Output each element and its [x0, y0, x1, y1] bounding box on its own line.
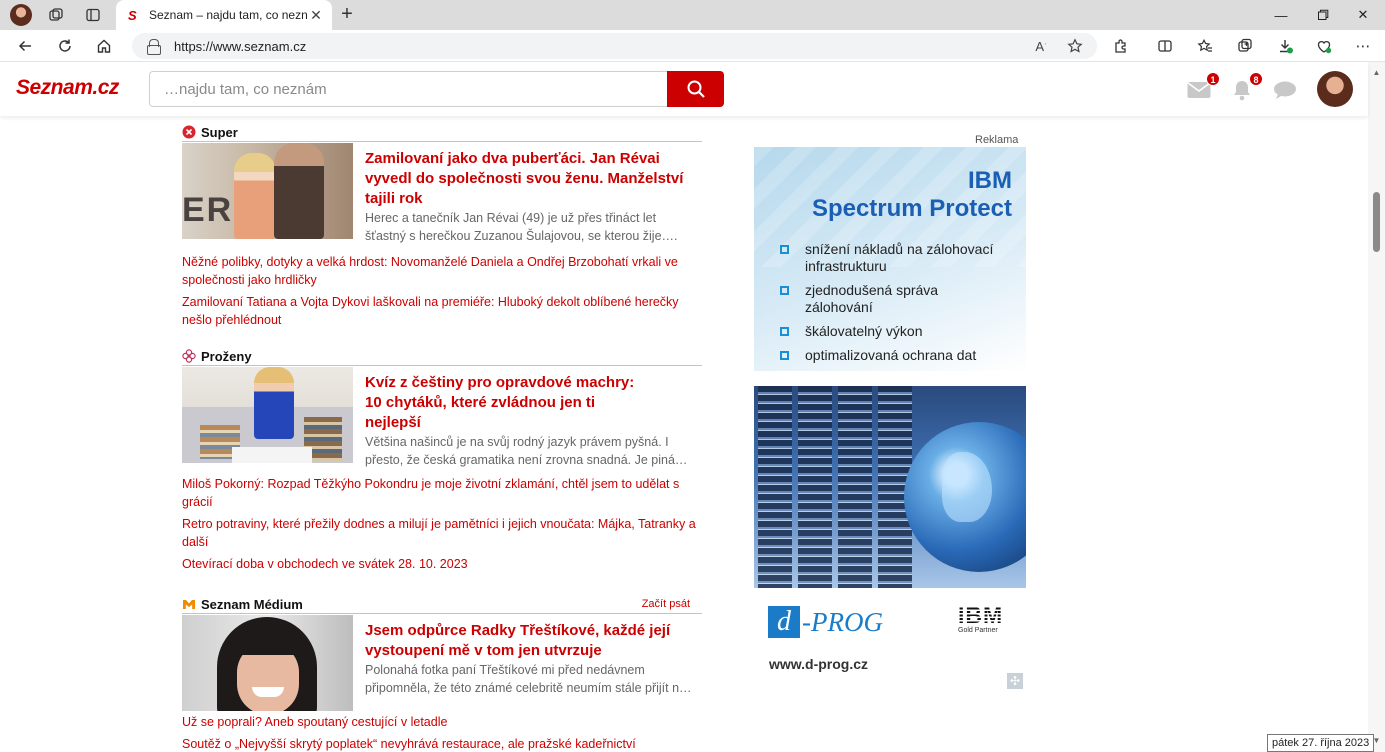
- article-thumbnail[interactable]: [182, 367, 353, 463]
- article-title[interactable]: Jsem odpůrce Radky Třeštíkové, každé jej…: [365, 621, 685, 661]
- page-scrollbar[interactable]: ▲ ▼: [1368, 62, 1385, 752]
- tab-title: Seznam – najdu tam, co neznám: [149, 8, 308, 22]
- close-tab-icon[interactable]: ✕: [308, 7, 324, 24]
- article-title[interactable]: Kvíz z češtiny pro opravdové machry: 10 …: [365, 373, 635, 433]
- tab-bar: S Seznam – najdu tam, co neznám ✕ + — ✕: [0, 0, 1385, 30]
- ad-info-icon[interactable]: ✣: [1007, 673, 1023, 689]
- seznam-logo[interactable]: Seznam.cz: [16, 76, 119, 100]
- section-title[interactable]: Seznam Médium: [201, 597, 642, 612]
- ad-feature-item: škálovatelný výkon: [778, 323, 1008, 340]
- article-link[interactable]: Miloš Pokorný: Rozpad Těžkýho Pokondru j…: [182, 475, 692, 511]
- dprog-logo[interactable]: d -PROG: [768, 606, 883, 638]
- article-thumbnail[interactable]: ERE: [182, 143, 353, 239]
- new-tab-button[interactable]: +: [336, 3, 358, 27]
- active-tab[interactable]: S Seznam – najdu tam, co neznám ✕: [116, 0, 332, 30]
- address-bar[interactable]: https://www.seznam.cz Aʾ: [132, 33, 1097, 59]
- search-input[interactable]: [149, 71, 668, 107]
- back-icon[interactable]: [12, 34, 38, 58]
- article-link[interactable]: Něžné polibky, dotyky a velká hrdost: No…: [182, 253, 692, 289]
- section-header: Proženy: [182, 349, 702, 366]
- lock-icon[interactable]: [146, 38, 162, 55]
- site-header: Seznam.cz 1 8: [0, 62, 1368, 116]
- medium-m-icon: [182, 597, 196, 611]
- ad-brand: IBM Spectrum Protect: [811, 167, 1012, 222]
- lead-article[interactable]: Kvíz z češtiny pro opravdové machry: 10 …: [182, 367, 702, 469]
- downloads-icon[interactable]: [1272, 34, 1298, 58]
- search-button[interactable]: [667, 71, 724, 107]
- close-window-button[interactable]: ✕: [1340, 0, 1385, 30]
- lead-article[interactable]: Jsem odpůrce Radky Třeštíkové, každé jej…: [182, 615, 702, 711]
- section-prozeny: Proženy Kvíz z češtiny pro opravdové mac…: [182, 349, 702, 573]
- notification-badge: 8: [1249, 72, 1263, 86]
- checkbox-bullet-icon: [780, 286, 789, 295]
- article-link[interactable]: Zamilovaní Tatiana a Vojta Dykovi laškov…: [182, 293, 692, 329]
- split-screen-icon[interactable]: [1152, 34, 1178, 58]
- read-aloud-icon[interactable]: Aʾ: [1029, 36, 1053, 56]
- article-link[interactable]: Soutěž o „Nejvyšší skrytý poplatek“ nevy…: [182, 735, 702, 752]
- date-tooltip: pátek 27. října 2023: [1267, 734, 1375, 752]
- extensions-icon[interactable]: [1108, 34, 1134, 58]
- section-header: Super: [182, 125, 702, 142]
- ad-label: Reklama: [975, 134, 1019, 146]
- favorites-icon[interactable]: [1192, 34, 1218, 58]
- article-link[interactable]: Už se poprali? Aneb spoutaný cestující v…: [182, 713, 702, 731]
- scroll-up-icon[interactable]: ▲: [1372, 68, 1381, 77]
- ad-feature-item: zjednodušená správa zálohování: [778, 282, 1008, 316]
- ad-url[interactable]: www.d-prog.cz: [769, 656, 868, 672]
- collections-icon[interactable]: [1232, 34, 1258, 58]
- ibm-gold-partner-logo[interactable]: IBM Gold Partner: [958, 604, 1014, 635]
- profile-icon[interactable]: [8, 3, 34, 27]
- lead-article[interactable]: ERE Zamilovaní jako dva puberťáci. Jan R…: [182, 143, 702, 245]
- section-title[interactable]: Proženy: [201, 349, 702, 364]
- mail-badge: 1: [1206, 72, 1220, 86]
- ad-ibm-banner[interactable]: IBM Spectrum Protect snížení nákladů na …: [754, 147, 1026, 371]
- search-icon: [687, 80, 705, 98]
- browser-essentials-icon[interactable]: [1311, 34, 1337, 58]
- checkbox-bullet-icon: [780, 245, 789, 254]
- chat-icon[interactable]: [1272, 78, 1298, 102]
- article-link[interactable]: Otevírací doba v obchodech ve svátek 28.…: [182, 555, 702, 573]
- section-header: Seznam Médium Začít psát: [182, 597, 702, 614]
- home-icon[interactable]: [91, 34, 117, 58]
- workspaces-icon[interactable]: [43, 3, 69, 27]
- start-writing-link[interactable]: Začít psát: [642, 598, 690, 610]
- flower-icon: [182, 349, 196, 363]
- article-perex: Herec a tanečník Jan Révai (49) je už př…: [365, 211, 678, 243]
- seznam-favicon-icon: S: [128, 7, 137, 23]
- globe-icon: [904, 422, 1026, 572]
- section-super: Super ERE Zamilovaní jako dva puberťáci.…: [182, 125, 702, 329]
- section-title[interactable]: Super: [201, 125, 702, 140]
- ad-feature-list: snížení nákladů na zálohovací infrastruk…: [778, 241, 1008, 371]
- browser-toolbar: https://www.seznam.cz Aʾ ⋯: [0, 30, 1385, 62]
- ad-feature-item: snížení nákladů na zálohovací infrastruk…: [778, 241, 1008, 275]
- checkbox-bullet-icon: [780, 327, 789, 336]
- user-avatar[interactable]: [1317, 71, 1353, 107]
- ad-feature-item: optimalizovaná ochrana dat: [778, 347, 1008, 364]
- ad-datacenter-image[interactable]: [754, 386, 1026, 588]
- refresh-icon[interactable]: [52, 34, 78, 58]
- url-text[interactable]: https://www.seznam.cz: [174, 39, 1019, 54]
- article-perex: Polonahá fotka paní Třeštíkové mi před n…: [365, 663, 692, 695]
- more-icon[interactable]: ⋯: [1350, 34, 1376, 58]
- article-link[interactable]: Retro potraviny, které přežily dodnes a …: [182, 515, 698, 551]
- mail-icon[interactable]: 1: [1186, 72, 1220, 102]
- checkbox-bullet-icon: [780, 351, 789, 360]
- article-thumbnail[interactable]: [182, 615, 353, 711]
- article-title[interactable]: Zamilovaní jako dva puberťáci. Jan Révai…: [365, 149, 701, 209]
- section-seznam-medium: Seznam Médium Začít psát Jsem odpůrce Ra…: [182, 597, 702, 752]
- favorite-star-icon[interactable]: [1063, 36, 1087, 56]
- tab-actions-icon[interactable]: [80, 3, 106, 27]
- scroll-thumb[interactable]: [1373, 192, 1380, 252]
- article-perex: Většina našinců je na svůj rodný jazyk p…: [365, 435, 688, 467]
- minimize-button[interactable]: —: [1258, 0, 1304, 30]
- notification-bell-icon[interactable]: 8: [1229, 72, 1263, 102]
- super-icon: [182, 125, 196, 139]
